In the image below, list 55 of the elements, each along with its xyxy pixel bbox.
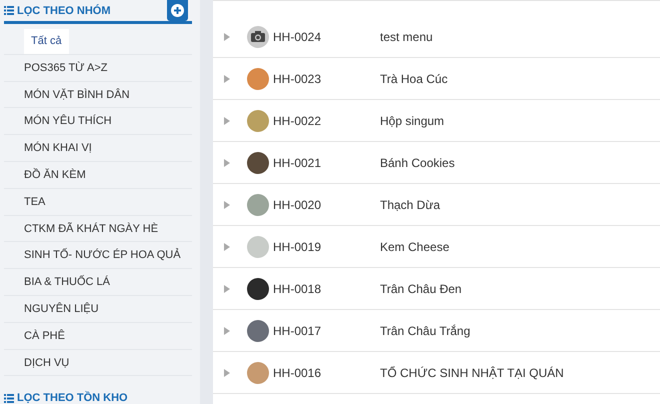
plus-icon — [171, 4, 184, 17]
category-item[interactable]: ĐỒ ĂN KÈM — [24, 168, 86, 181]
category-item[interactable]: DỊCH VỤ — [24, 356, 70, 369]
expand-icon[interactable] — [224, 284, 230, 292]
section-title: LỌC THEO NHÓM — [17, 3, 110, 18]
expand-icon[interactable] — [224, 158, 230, 166]
product-code: HH-0024 — [273, 28, 322, 46]
expand-icon[interactable] — [224, 74, 230, 82]
product-code: HH-0021 — [273, 154, 322, 172]
product-code: HH-0018 — [273, 280, 322, 298]
expand-icon[interactable] — [224, 200, 230, 208]
photo-placeholder — [247, 68, 269, 90]
expand-icon[interactable] — [224, 326, 230, 334]
product-name: Thạch Dừa — [380, 196, 440, 214]
category-item[interactable]: TEA — [24, 196, 46, 208]
product-code: HH-0017 — [273, 322, 322, 340]
product-code: HH-0023 — [273, 70, 322, 88]
category-item[interactable]: BIA & THUỐC LÁ — [24, 276, 110, 288]
category-item[interactable]: MÓN VẶT BÌNH DÂN — [24, 88, 130, 101]
camera-icon — [247, 26, 269, 48]
photo-placeholder — [247, 236, 269, 258]
product-name: Trân Châu Đen — [380, 280, 462, 298]
product-name: Hộp singum — [380, 112, 444, 130]
photo-placeholder — [247, 278, 269, 300]
photo-placeholder — [247, 320, 269, 342]
category-item[interactable]: CÀ PHÊ — [24, 330, 65, 342]
product-name: Trà Hoa Cúc — [380, 70, 448, 88]
photo-placeholder — [247, 362, 269, 384]
section-title: LỌC THEO TỒN KHO — [17, 390, 128, 404]
product-code: HH-0022 — [273, 112, 322, 130]
product-name: Bánh Cookies — [380, 154, 455, 172]
product-name: Trân Châu Trắng — [380, 322, 470, 340]
product-code: HH-0016 — [273, 364, 322, 382]
product-name: test menu — [380, 28, 433, 46]
category-item[interactable]: MÓN KHAI VỊ — [24, 142, 92, 154]
expand-icon[interactable] — [224, 116, 230, 124]
photo-placeholder — [247, 110, 269, 132]
product-name: TỔ CHỨC SINH NHẬT TẠI QUÁN — [380, 364, 564, 382]
category-item[interactable]: POS365 TỪ A>Z — [24, 62, 108, 74]
photo-placeholder — [247, 194, 269, 216]
product-code: HH-0019 — [273, 238, 322, 256]
category-item[interactable]: SINH TỐ- NƯỚC ÉP HOA QUẢ — [24, 249, 181, 262]
expand-icon[interactable] — [224, 368, 230, 376]
list-icon — [4, 6, 14, 16]
product-name: Kem Cheese — [380, 238, 450, 256]
category-item[interactable]: NGUYÊN LIỆU — [24, 302, 99, 315]
category-item[interactable]: CTKM ĐÃ KHÁT NGÀY HÈ — [24, 222, 158, 235]
category-item[interactable]: Tất cả — [24, 29, 69, 54]
photo-placeholder — [247, 152, 269, 174]
expand-icon[interactable] — [224, 242, 230, 250]
expand-icon[interactable] — [224, 32, 230, 40]
add-button[interactable] — [167, 0, 188, 21]
product-code: HH-0020 — [273, 196, 322, 214]
list-icon — [4, 394, 14, 404]
category-item[interactable]: MÓN YÊU THÍCH — [24, 115, 112, 128]
